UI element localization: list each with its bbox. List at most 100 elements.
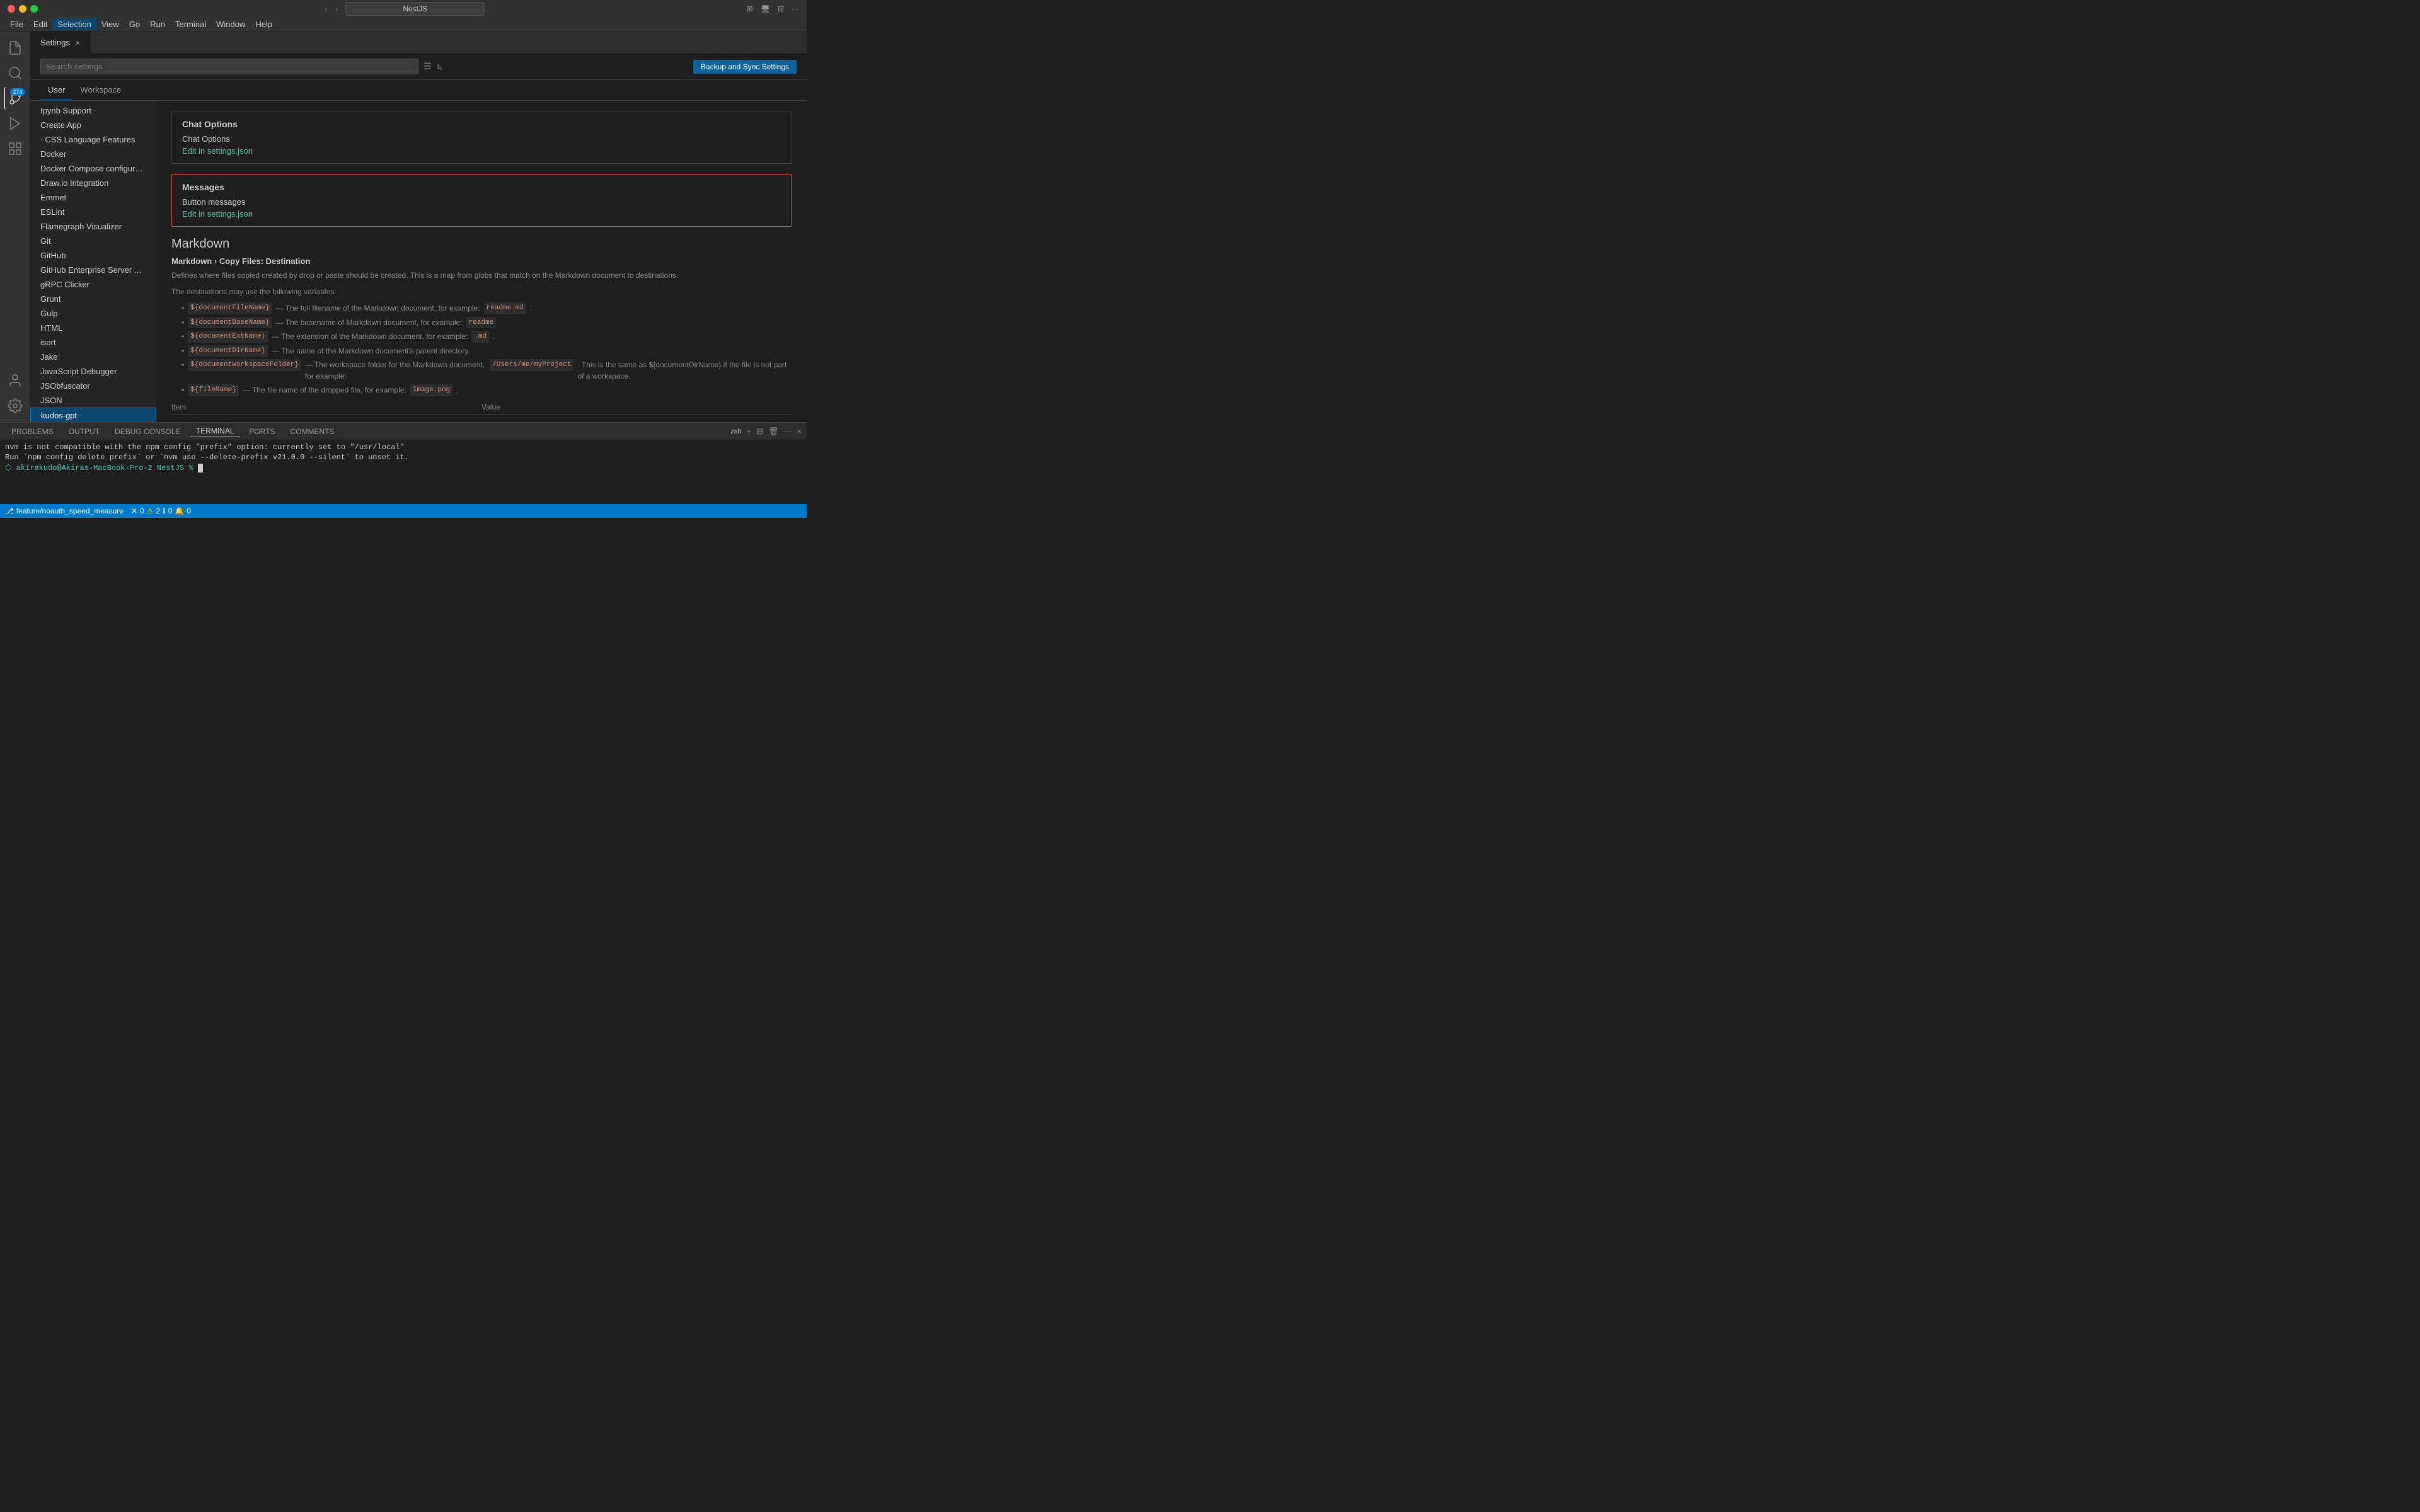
nav-item-git[interactable]: Git	[30, 234, 156, 248]
settings-tabs: User Workspace	[30, 80, 807, 101]
accounts-icon[interactable]	[4, 369, 26, 392]
menu-view[interactable]: View	[96, 18, 124, 30]
titlebar-center: ‹ › NestJS	[322, 2, 484, 16]
nav-item-json[interactable]: JSON	[30, 393, 156, 408]
menu-go[interactable]: Go	[124, 18, 145, 30]
list-item-filename2: ${fileName} — The file name of the dropp…	[182, 384, 792, 396]
close-button[interactable]	[8, 5, 15, 13]
menu-help[interactable]: Help	[250, 18, 277, 30]
source-control-badge: 274	[10, 88, 25, 96]
terminal-close-icon[interactable]: ×	[797, 427, 802, 436]
nav-item-drawio[interactable]: Draw.io Integration	[30, 176, 156, 190]
nav-item-createapp[interactable]: Create App	[30, 118, 156, 132]
workspace-tab[interactable]: Workspace	[72, 80, 129, 100]
nav-item-github[interactable]: GitHub	[30, 248, 156, 263]
variables-list: ${documentFileName} — The full filename …	[182, 302, 792, 396]
comments-tab[interactable]: COMMENTS	[284, 426, 341, 437]
settings-filter-icon[interactable]: ⊾	[437, 61, 444, 72]
nav-item-jake[interactable]: Jake	[30, 350, 156, 364]
chevron-right-icon: ›	[40, 136, 42, 143]
nav-item-isort[interactable]: isort	[30, 335, 156, 350]
nav-item-github-enterprise[interactable]: GitHub Enterprise Server Authe...	[30, 263, 156, 277]
titlebar-search[interactable]: NestJS	[346, 2, 485, 16]
minimize-button[interactable]	[19, 5, 26, 13]
maximize-button[interactable]	[30, 5, 38, 13]
warning-count: 2	[156, 507, 160, 515]
monitor-icon[interactable]: 🖥	[761, 4, 770, 13]
copy-files-section: Markdown › Copy Files: Destination Defin…	[171, 256, 792, 422]
bell-icon: 🔔	[175, 507, 184, 515]
run-icon[interactable]	[4, 112, 26, 135]
forward-arrow[interactable]: ›	[333, 3, 341, 15]
terminal-tab[interactable]: TERMINAL	[190, 425, 241, 437]
extensions-icon[interactable]	[4, 137, 26, 160]
debug-console-tab[interactable]: DEBUG CONSOLE	[108, 426, 187, 437]
more-icon[interactable]: ···	[792, 4, 799, 13]
menu-selection[interactable]: Selection	[52, 18, 96, 30]
source-control-icon[interactable]: 274	[4, 87, 26, 110]
nav-item-ipynb[interactable]: Ipynb Support	[30, 103, 156, 118]
menu-run[interactable]: Run	[145, 18, 170, 30]
terminal-trash-icon[interactable]: 🗑	[768, 427, 779, 437]
back-arrow[interactable]: ‹	[322, 3, 330, 15]
split-icon[interactable]: ⊟	[778, 4, 784, 13]
nav-item-docker-compose[interactable]: Docker Compose configuration	[30, 161, 156, 176]
terminal-add-icon[interactable]: +	[746, 427, 751, 436]
nav-arrows: ‹ ›	[322, 3, 340, 15]
chat-options-edit-link[interactable]: Edit in settings.json	[182, 146, 253, 156]
problems-tab[interactable]: PROBLEMS	[5, 426, 60, 437]
messages-edit-link[interactable]: Edit in settings.json	[182, 209, 253, 219]
chat-options-title: Chat Options	[182, 119, 781, 129]
activity-bar: 274	[0, 32, 30, 422]
settings-container: ☰ ⊾ Backup and Sync Settings User Worksp…	[30, 54, 807, 422]
tab-bar: Settings ×	[30, 32, 807, 54]
explorer-icon[interactable]	[4, 37, 26, 59]
settings-list-icon[interactable]: ☰	[424, 61, 432, 72]
error-count: 0	[140, 507, 144, 515]
branch-status[interactable]: ⎇ feature/noauth_speed_measure	[5, 507, 124, 515]
output-tab[interactable]: OUTPUT	[62, 426, 106, 437]
user-tab[interactable]: User	[40, 80, 72, 100]
settings-header: ☰ ⊾ Backup and Sync Settings	[30, 54, 807, 80]
menu-file[interactable]: File	[5, 18, 28, 30]
terminal-more-icon[interactable]: ···	[783, 427, 792, 436]
nav-item-jsobfuscator[interactable]: JSObfuscator	[30, 379, 156, 393]
menu-window[interactable]: Window	[211, 18, 250, 30]
terminal-line-3: ⬡ akirakudo@Akiras-MacBook-Pro-2 NestJS …	[5, 463, 802, 472]
settings-tab[interactable]: Settings ×	[30, 32, 91, 54]
copy-files-title: Markdown › Copy Files: Destination	[171, 256, 792, 266]
list-item-basename: ${documentBaseName} — The basename of Ma…	[182, 317, 792, 329]
ports-tab[interactable]: PORTS	[243, 426, 281, 437]
nav-item-docker[interactable]: Docker	[30, 147, 156, 161]
terminal-tab-right: zsh + ⊟ 🗑 ··· ×	[730, 427, 802, 437]
table-header: Item Value	[171, 400, 792, 415]
menu-terminal[interactable]: Terminal	[170, 18, 211, 30]
main-layout: 274	[0, 32, 807, 422]
menu-edit[interactable]: Edit	[28, 18, 52, 30]
nav-item-eslint[interactable]: ESLint	[30, 205, 156, 219]
nav-item-flamegraph[interactable]: Flamegraph Visualizer	[30, 219, 156, 234]
nav-item-html[interactable]: HTML	[30, 321, 156, 335]
nav-item-kudos-gpt[interactable]: kudos-gpt	[30, 408, 156, 422]
terminal-split-icon[interactable]: ⊟	[756, 427, 763, 437]
col-item-label: Item	[171, 403, 481, 411]
menubar: File Edit Selection View Go Run Terminal…	[0, 18, 807, 32]
errors-status[interactable]: ✕ 0 ⚠ 2 ℹ 0 🔔 0	[131, 507, 191, 515]
search-icon[interactable]	[4, 62, 26, 84]
search-settings-input[interactable]	[40, 59, 418, 74]
nav-item-css[interactable]: › CSS Language Features	[30, 132, 156, 147]
tab-close-button[interactable]: ×	[75, 38, 80, 48]
add-item-button[interactable]: Add Item	[171, 422, 217, 423]
manage-icon[interactable]	[4, 394, 26, 417]
nav-item-js-debugger[interactable]: JavaScript Debugger	[30, 364, 156, 379]
terminal-prompt: ⬡ akirakudo@Akiras-MacBook-Pro-2 NestJS …	[5, 464, 193, 472]
copy-files-desc2: The destinations may use the following v…	[171, 286, 792, 297]
nav-item-grunt[interactable]: Grunt	[30, 292, 156, 306]
layout-icon[interactable]: ⊞	[747, 4, 753, 13]
backup-sync-button[interactable]: Backup and Sync Settings	[693, 60, 797, 74]
terminal-line-1: nvm is not compatible with the npm confi…	[5, 443, 802, 452]
nav-item-gulp[interactable]: Gulp	[30, 306, 156, 321]
list-item-workspace-folder: ${documentWorkspaceFolder} — The workspa…	[182, 359, 792, 382]
nav-item-grpc[interactable]: gRPC Clicker	[30, 277, 156, 292]
nav-item-emmet[interactable]: Emmet	[30, 190, 156, 205]
